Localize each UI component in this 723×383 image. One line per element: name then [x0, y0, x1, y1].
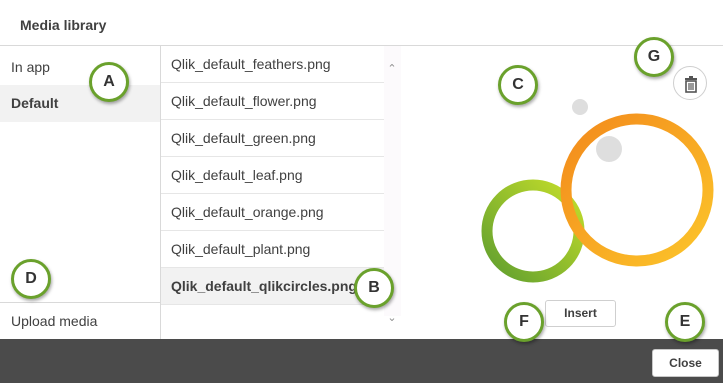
- dialog-footer: [0, 339, 723, 383]
- scroll-up-icon[interactable]: ⌃: [385, 62, 399, 76]
- file-list-item[interactable]: Qlik_default_green.png: [161, 120, 384, 157]
- file-list-item[interactable]: Qlik_default_orange.png: [161, 194, 384, 231]
- file-list-item[interactable]: Qlik_default_feathers.png: [161, 46, 384, 83]
- sidebar-item-default[interactable]: Default: [0, 85, 160, 122]
- media-library-dialog: Media library In app Default Upload medi…: [0, 0, 723, 383]
- callout-e: E: [665, 302, 705, 342]
- file-list-item-selected[interactable]: Qlik_default_qlikcircles.png: [161, 268, 384, 305]
- delete-button[interactable]: [673, 66, 707, 100]
- callout-g: G: [634, 37, 674, 77]
- file-list-item[interactable]: Qlik_default_leaf.png: [161, 157, 384, 194]
- scroll-down-icon[interactable]: ⌄: [385, 311, 399, 325]
- file-list-item[interactable]: Qlik_default_flower.png: [161, 83, 384, 120]
- callout-c: C: [498, 65, 538, 105]
- insert-button[interactable]: Insert: [545, 300, 616, 327]
- close-button[interactable]: Close: [652, 349, 719, 377]
- callout-d: D: [11, 259, 51, 299]
- file-list-item[interactable]: Qlik_default_plant.png: [161, 231, 384, 268]
- sidebar-item-in-app[interactable]: In app: [0, 49, 160, 86]
- upload-media-button[interactable]: Upload media: [0, 302, 160, 339]
- dialog-header: Media library: [0, 0, 723, 46]
- callout-b: B: [354, 268, 394, 308]
- dialog-title: Media library: [20, 17, 107, 33]
- callout-f: F: [504, 302, 544, 342]
- trash-icon: [685, 76, 697, 93]
- file-list: Qlik_default_feathers.png Qlik_default_f…: [161, 46, 384, 316]
- callout-a: A: [89, 62, 129, 102]
